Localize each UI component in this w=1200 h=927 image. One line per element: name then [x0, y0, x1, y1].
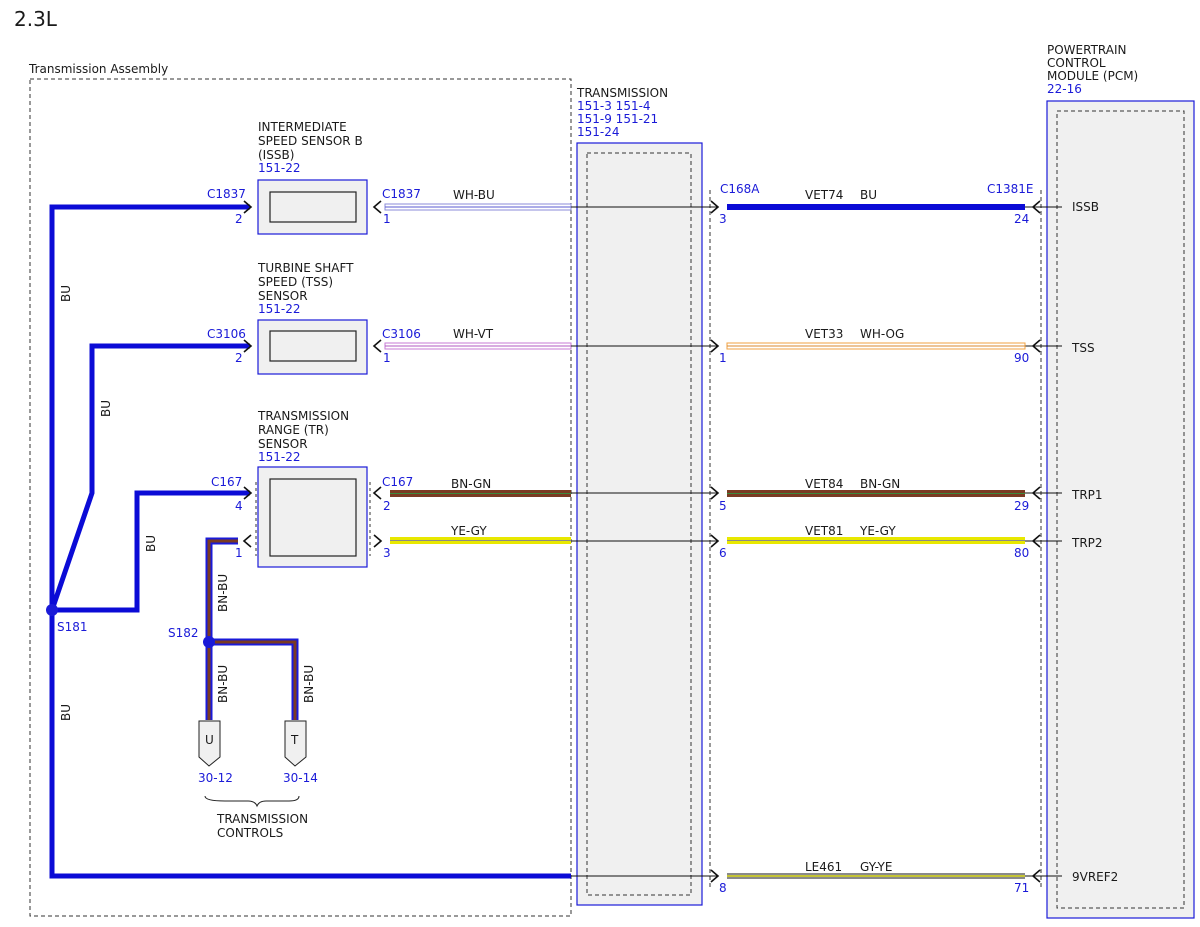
issb-left-connector: C1837 [207, 187, 246, 201]
tss-sensor-element [269, 330, 357, 362]
trp1-wire-color: BN-GN [451, 477, 491, 491]
pin-arrow-icon [373, 534, 383, 548]
pcm-ref: 22-16 [1047, 82, 1082, 96]
tss-ref: 151-22 [258, 302, 301, 316]
bu-wire-label: BU [59, 285, 73, 302]
inline-pin: 8 [719, 881, 727, 895]
issb-sensor-element [269, 191, 357, 223]
tr-ref: 151-22 [258, 450, 301, 464]
tr-sensor-element [269, 478, 357, 557]
pcm-signal-label: ISSB [1072, 200, 1099, 214]
tr-title: RANGE (TR) [258, 423, 329, 437]
tr-title: TRANSMISSION [257, 409, 349, 423]
splice-s181-label: S181 [57, 620, 88, 634]
u-pointer-ref: 30-12 [198, 771, 233, 785]
tr-right-connector: C167 [382, 475, 413, 489]
inline-pin: 6 [719, 546, 727, 560]
pcm-pin: 90 [1014, 351, 1029, 365]
transmission-inline-block[interactable] [576, 142, 703, 906]
pcm-module[interactable] [1046, 100, 1195, 919]
transmission-controls-label: CONTROLS [217, 826, 283, 840]
c168a-connector: C168A [720, 182, 760, 196]
tss-left-pin: 2 [235, 351, 243, 365]
bn-bu-wire-label: BN-BU [216, 665, 230, 703]
trp2-wire-color: YE-GY [450, 524, 487, 538]
bn-bu-wire-label: BN-BU [302, 665, 316, 703]
circuit-name: VET74 [805, 188, 843, 202]
pcm-title: CONTROL [1047, 56, 1106, 70]
issb-title: (ISSB) [258, 148, 294, 162]
pcm-signal-label: TRP2 [1071, 536, 1103, 550]
c1381e-connector: C1381E [987, 182, 1034, 196]
transmission-block-ref: 151-3 151-4 [577, 99, 651, 113]
tss-right-connector: C3106 [382, 327, 421, 341]
t-pointer-ref: 30-14 [283, 771, 318, 785]
inline-pin: 1 [719, 351, 727, 365]
transmission-controls-brace [204, 795, 300, 808]
splice-s182-label: S182 [168, 626, 199, 640]
issb-title: SPEED SENSOR B [258, 134, 363, 148]
circuit-color: BU [860, 188, 877, 202]
tss-title: TURBINE SHAFT [257, 261, 354, 275]
bu-wire-label: BU [144, 535, 158, 552]
engine-label: 2.3L [14, 7, 58, 31]
tss-title: SENSOR [258, 289, 308, 303]
transmission-block-title: TRANSMISSION [576, 86, 668, 100]
wiring-diagram: 2.3L Transmission Assembly TRANSMISSION … [14, 7, 1195, 919]
tss-left-connector: C3106 [207, 327, 246, 341]
t-pointer-letter: T [290, 733, 299, 747]
tr-left-pin-bottom: 1 [235, 546, 243, 560]
pin-arrow-icon [372, 339, 382, 353]
tss-wire-color: WH-VT [453, 327, 494, 341]
splice-s182[interactable] [203, 636, 215, 648]
circuit-color: YE-GY [859, 524, 896, 538]
pcm-title: MODULE (PCM) [1047, 69, 1138, 83]
issb-right-pin: 1 [383, 212, 391, 226]
tss-title: SPEED (TSS) [258, 275, 333, 289]
tr-left-pin-top: 4 [235, 499, 243, 513]
transmission-controls-label: TRANSMISSION [216, 812, 308, 826]
pcm-signal-label: TRP1 [1071, 488, 1103, 502]
bn-bu-wire-label: BN-BU [216, 574, 230, 612]
issb-wire-color: WH-BU [453, 188, 495, 202]
tss-right-pin: 1 [383, 351, 391, 365]
vet74-wire-bu [727, 204, 1025, 210]
circuit-name: VET81 [805, 524, 843, 538]
transmission-block-ref: 151-9 151-21 [577, 112, 658, 126]
splice-s181[interactable] [46, 604, 58, 616]
pcm-signal-label: TSS [1071, 341, 1095, 355]
circuit-color: GY-YE [860, 860, 892, 874]
circuit-color: BN-GN [860, 477, 900, 491]
pin-arrow-icon [372, 200, 382, 214]
issb-right-connector: C1837 [382, 187, 421, 201]
bu-wire-label: BU [59, 704, 73, 721]
issb-ref: 151-22 [258, 161, 301, 175]
tr-title: SENSOR [258, 437, 308, 451]
tr-left-connector: C167 [211, 475, 242, 489]
circuit-color: WH-OG [860, 327, 904, 341]
pcm-signal-label: 9VREF2 [1072, 870, 1118, 884]
bu-wire-label: BU [99, 400, 113, 417]
tr-right-pin-top: 2 [383, 499, 391, 513]
pcm-pin: 24 [1014, 212, 1029, 226]
tr-right-pin-bottom: 3 [383, 546, 391, 560]
pin-arrow-icon [372, 486, 382, 500]
inline-pin: 5 [719, 499, 727, 513]
issb-left-pin: 2 [235, 212, 243, 226]
pin-arrow-icon [242, 534, 252, 548]
transmission-block-ref: 151-24 [577, 125, 620, 139]
circuit-name: VET33 [805, 327, 843, 341]
circuit-name: VET84 [805, 477, 843, 491]
issb-title: INTERMEDIATE [258, 120, 347, 134]
u-pointer-letter: U [205, 733, 214, 747]
pcm-pin: 71 [1014, 881, 1029, 895]
circuit-name: LE461 [805, 860, 842, 874]
pcm-pin: 29 [1014, 499, 1029, 513]
inline-pin: 3 [719, 212, 727, 226]
transmission-assembly-label: Transmission Assembly [28, 62, 168, 76]
pcm-title: POWERTRAIN [1047, 43, 1127, 57]
pcm-pin: 80 [1014, 546, 1029, 560]
